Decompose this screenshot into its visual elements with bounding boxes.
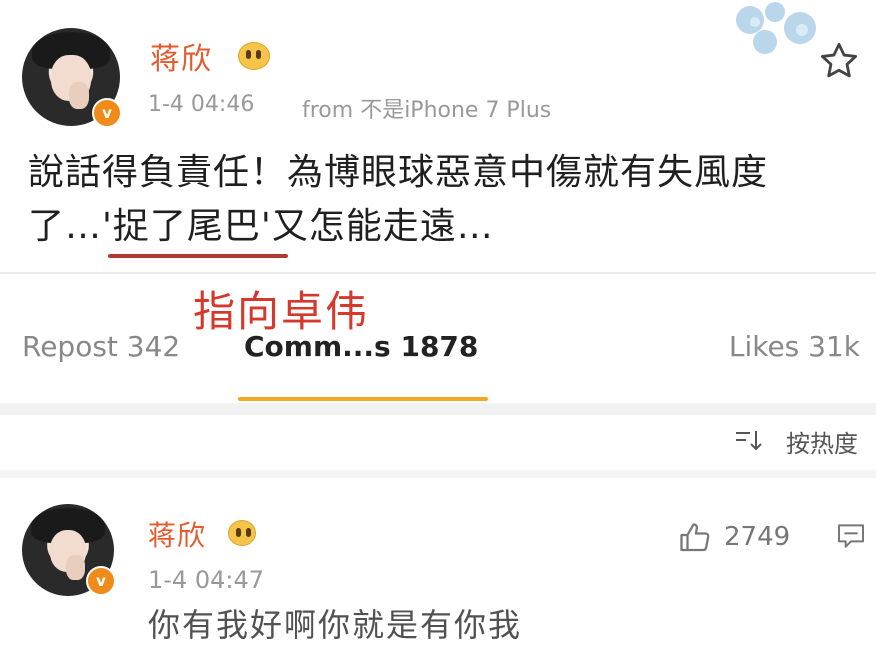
verified-badge-icon: v (86, 566, 116, 596)
avatar-hand (69, 81, 89, 110)
thumbs-up-icon[interactable] (676, 520, 714, 556)
weibo-post: v 蒋欣 1-4 04:46 from 不是iPhone 7 Plus 說話得負… (0, 0, 876, 268)
tab-likes[interactable]: Likes 31k (729, 330, 860, 363)
post-username[interactable]: 蒋欣 (150, 34, 212, 78)
emoji-icon (228, 520, 256, 546)
emoji-icon (238, 42, 270, 70)
divider (0, 470, 876, 478)
active-tab-indicator (238, 397, 488, 401)
post-content: 說話得負責任！為博眼球惡意中傷就有失風度 了…'捉了尾巴'又怎能走遠… (28, 146, 858, 254)
divider (0, 403, 876, 415)
comment-text: 你有我好啊你就是有你我 (148, 606, 523, 644)
post-content-line: 了…'捉了尾巴'又怎能走遠… (28, 206, 494, 247)
comment-username[interactable]: 蒋欣 (148, 514, 206, 554)
stats-bar: Repost 342 Comm...s 1878 Likes 31k (0, 330, 876, 380)
post-content-line: 說話得負責任！為博眼球惡意中傷就有失風度 (28, 152, 769, 193)
tab-repost[interactable]: Repost 342 (22, 330, 180, 363)
tab-comments[interactable]: Comm...s 1878 (244, 330, 478, 363)
post-source: from 不是iPhone 7 Plus (302, 98, 552, 123)
decorative-flower-icon (736, 2, 816, 54)
sort-by-hot-button[interactable]: 按热度 (786, 424, 858, 459)
highlight-underline (108, 254, 288, 258)
star-icon[interactable] (818, 40, 860, 82)
avatar-hand (66, 554, 85, 581)
verified-badge-icon: v (92, 98, 122, 128)
comment-timestamp: 1-4 04:47 (148, 566, 264, 594)
sort-icon[interactable] (734, 428, 764, 452)
post-timestamp: 1-4 04:46 (148, 92, 255, 117)
divider (0, 272, 876, 274)
reply-icon[interactable] (834, 520, 868, 552)
comment-like-count: 2749 (724, 522, 791, 552)
